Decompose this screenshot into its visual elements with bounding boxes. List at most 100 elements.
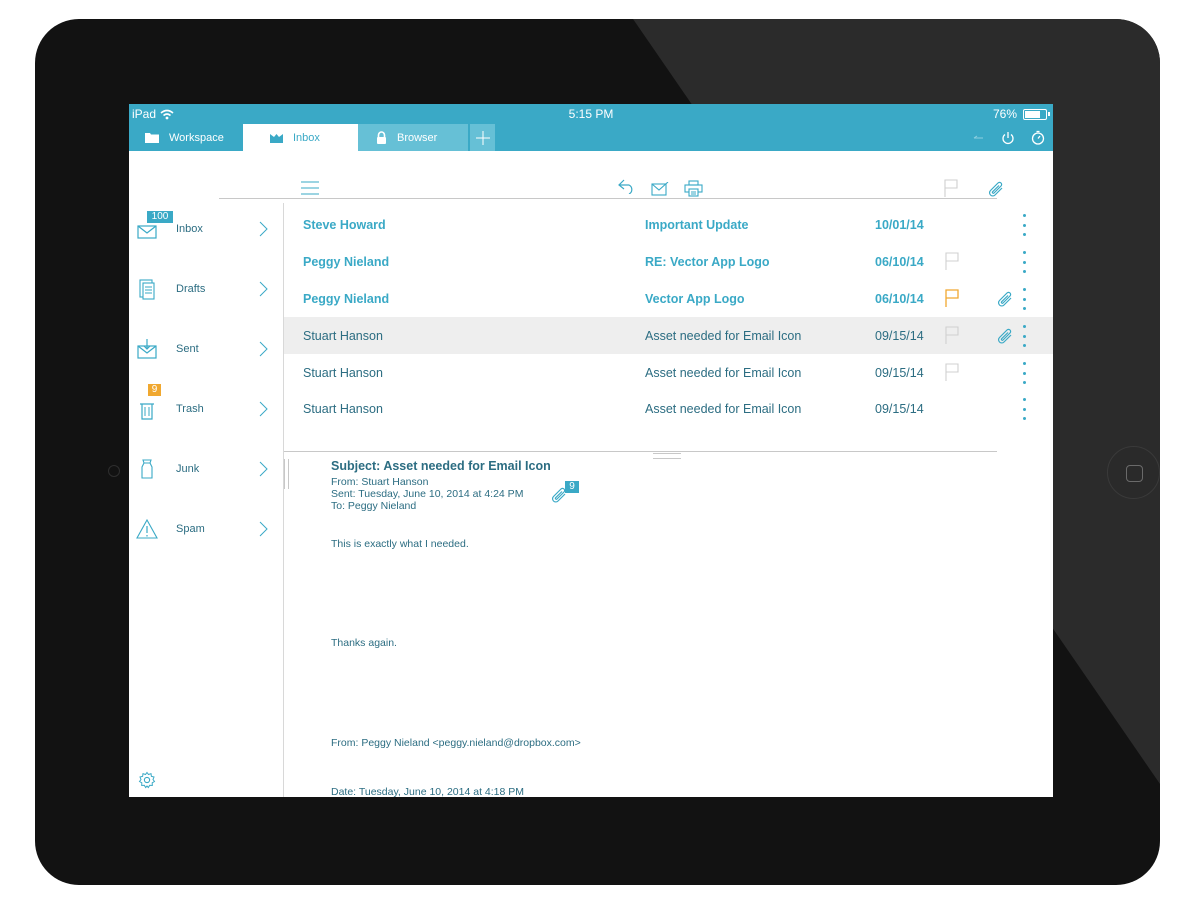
message-date: 06/10/14 [875,255,924,269]
home-button[interactable] [1107,446,1160,499]
flag-icon[interactable] [945,363,959,381]
more-options-icon[interactable] [1022,398,1026,420]
tab-browser[interactable]: Browser [358,124,468,151]
battery-percent: 76% [992,107,1017,121]
inbox-count-badge: 100 [147,211,173,223]
chevron-right-icon [259,521,268,537]
warning-icon [136,518,158,539]
home-square-icon [1126,465,1143,482]
more-options-icon[interactable] [1022,214,1026,236]
tab-label: Workspace [169,131,224,144]
message-sender: Steve Howard [303,218,386,232]
sidebar: 100 Inbox Drafts Sent 9 Trash Junk Spam [129,203,284,797]
sidebar-item-spam[interactable]: Spam [129,511,284,551]
sidebar-item-label: Drafts [176,283,206,295]
sidebar-item-sent[interactable]: Sent [129,331,284,371]
lock-icon [377,131,386,144]
stopwatch-icon[interactable] [1031,130,1045,145]
flag-icon[interactable] [944,179,958,197]
message-subject: Asset needed for Email Icon [645,402,802,416]
gear-icon [138,771,156,789]
chevron-right-icon [259,281,268,297]
message-row[interactable]: Stuart Hanson Asset needed for Email Ico… [284,354,1053,391]
message-sender: Stuart Hanson [303,402,383,416]
junk-icon [141,459,153,479]
more-options-icon[interactable] [1022,251,1026,273]
reply-icon[interactable] [617,178,636,194]
tab-label: Browser [397,131,438,144]
back-icon[interactable] [971,132,985,144]
mail-toolbar [129,151,1053,203]
flag-icon[interactable] [945,252,959,270]
tab-workspace[interactable]: Workspace [129,124,243,151]
message-sender: Stuart Hanson [303,329,383,343]
more-options-icon[interactable] [1022,325,1026,347]
message-date: 10/01/14 [875,218,924,232]
folder-icon [145,133,159,143]
toolbar-divider [219,198,997,199]
sidebar-item-label: Junk [176,463,200,475]
sidebar-item-label: Trash [176,403,204,415]
flagged-icon[interactable] [945,289,959,307]
detail-body-line: This is exactly what I needed. [331,538,469,550]
message-subject: Vector App Logo [645,292,745,306]
clock: 5:15 PM [568,107,614,121]
trash-icon [140,403,154,420]
quoted-date: Date: Tuesday, June 10, 2014 at 4:18 PM [331,786,525,797]
status-bar: iPad 5:15 PM 76% [129,104,1053,124]
sidebar-item-drafts[interactable]: Drafts [129,271,284,311]
inbox-tray-icon [270,134,283,143]
side-resize-handle[interactable] [284,459,289,489]
attachment-icon [997,291,1012,307]
menu-icon[interactable] [301,181,319,195]
tab-label: Inbox [293,131,320,144]
quoted-from: From: Peggy Nieland <peggy.nieland@dropb… [331,737,581,749]
message-subject: Asset needed for Email Icon [645,329,802,343]
detail-body-line: Thanks again. [331,637,397,649]
pane-divider [284,451,997,452]
chevron-right-icon [259,341,268,357]
compose-icon[interactable] [651,182,669,196]
screen: iPad 5:15 PM 76% Workspace Inbox Browser [129,104,1053,797]
message-row-selected[interactable]: Stuart Hanson Asset needed for Email Ico… [284,317,1053,354]
message-subject: RE: Vector App Logo [645,255,770,269]
message-subject: Important Update [645,218,749,232]
tab-inbox[interactable]: Inbox [243,124,358,151]
trash-count-badge: 9 [148,384,161,396]
chevron-right-icon [259,401,268,417]
resize-handle[interactable] [653,453,681,459]
message-row[interactable]: Stuart Hanson Asset needed for Email Ico… [284,390,1053,427]
more-options-icon[interactable] [1022,288,1026,310]
paperclip-icon[interactable] [988,180,1006,198]
tab-bar: Workspace Inbox Browser [129,124,1053,151]
message-date: 09/15/14 [875,402,924,416]
message-subject: Asset needed for Email Icon [645,366,802,380]
print-icon[interactable] [684,180,703,197]
chevron-right-icon [259,461,268,477]
detail-attachment[interactable]: 9 [551,481,579,507]
message-sender: Stuart Hanson [303,366,383,380]
sidebar-item-label: Inbox [176,223,203,235]
detail-to: To: Peggy Nieland [331,500,417,512]
message-date: 09/15/14 [875,329,924,343]
message-row[interactable]: Peggy Nieland Vector App Logo 06/10/14 [284,280,1053,317]
drafts-icon [139,279,155,300]
sidebar-item-trash[interactable]: 9 Trash [129,384,284,431]
settings-button[interactable] [138,771,156,794]
sidebar-item-junk[interactable]: Junk [129,451,284,491]
sidebar-item-inbox[interactable]: 100 Inbox [129,211,284,251]
attachment-icon [997,328,1012,344]
detail-subject: Subject: Asset needed for Email Icon [331,459,551,473]
add-tab-button[interactable] [470,124,495,151]
message-row[interactable]: Peggy Nieland RE: Vector App Logo 06/10/… [284,243,1053,280]
plus-icon [475,130,490,145]
attachment-count-badge: 9 [565,481,579,493]
flag-icon[interactable] [945,326,959,344]
sidebar-item-label: Sent [176,343,199,355]
detail-sent: Sent: Tuesday, June 10, 2014 at 4:24 PM [331,488,524,500]
more-options-icon[interactable] [1022,362,1026,384]
power-icon[interactable] [1001,131,1015,145]
detail-from: From: Stuart Hanson [331,476,429,488]
message-row[interactable]: Steve Howard Important Update 10/01/14 [284,206,1053,243]
sidebar-item-label: Spam [176,523,205,535]
